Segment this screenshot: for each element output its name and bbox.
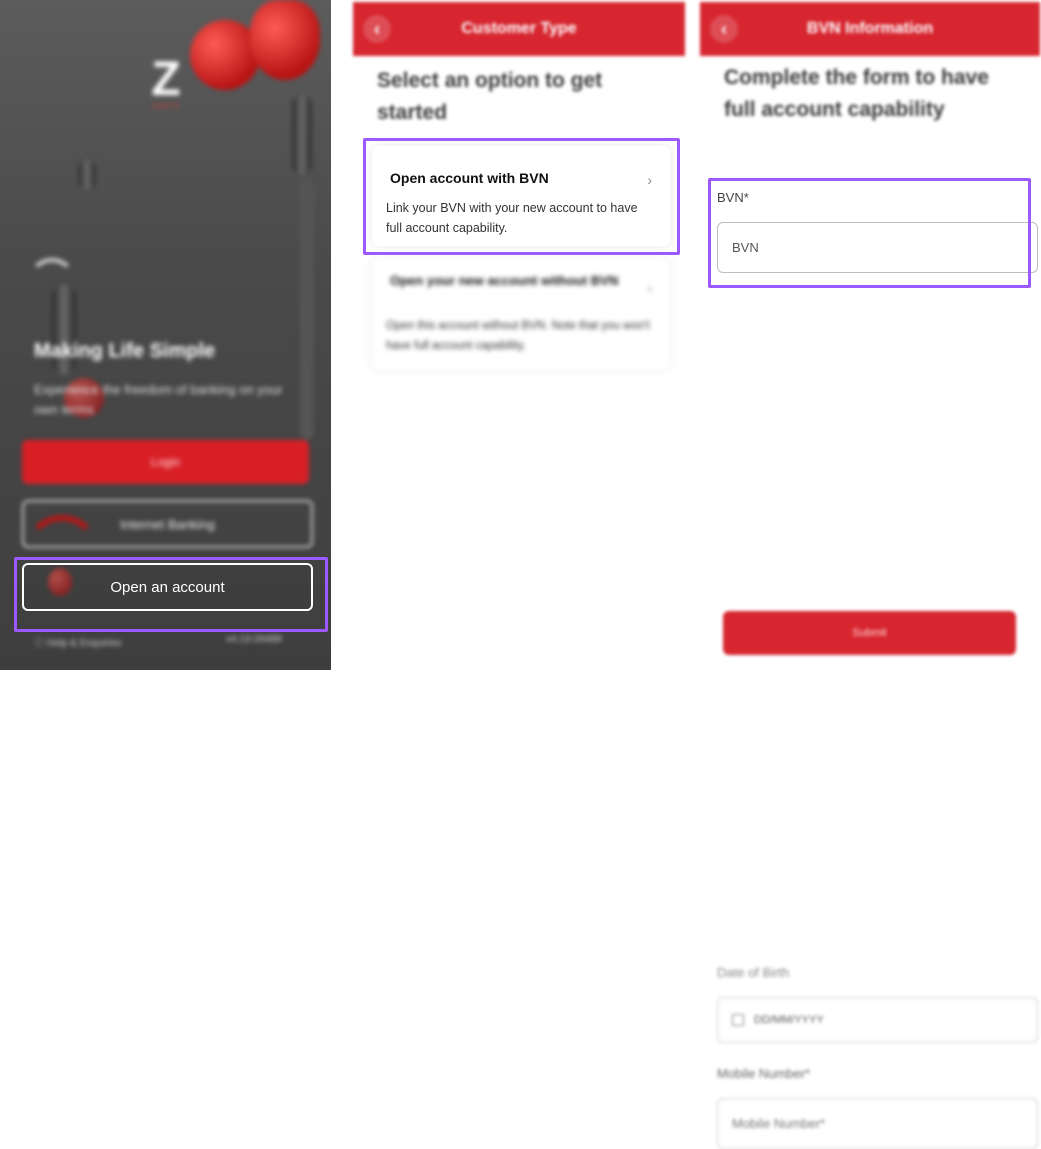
login-button[interactable]: Login: [22, 440, 309, 484]
dob-input[interactable]: DD/MM/YYYY: [717, 997, 1038, 1043]
welcome-subtitle: Experience the freedom of banking on you…: [34, 382, 283, 417]
highlight-box: [708, 178, 1031, 288]
welcome-title: Making Life Simple: [34, 340, 216, 362]
help-icon: ⓘ: [34, 638, 47, 649]
header-title: Customer Type: [461, 20, 577, 37]
submit-button[interactable]: Submit: [723, 611, 1016, 655]
dob-placeholder: DD/MM/YYYY: [754, 1014, 824, 1026]
option-without-bvn-card[interactable]: Open your new account without BVN › Open…: [372, 258, 670, 370]
chevron-right-icon: ›: [647, 280, 652, 296]
bvn-info-header: ‹ BVN Information: [700, 2, 1040, 56]
highlight-box: [363, 138, 680, 255]
help-label: Help & Enquiries: [46, 638, 122, 649]
zenith-logo-sub: ZENITH: [152, 104, 180, 110]
mobile-label: Mobile Number*: [717, 1066, 811, 1081]
page-heading: Complete the form to have full account c…: [724, 66, 989, 121]
back-chevron-icon[interactable]: ‹: [363, 15, 391, 43]
option-description: Open this account without BVN. Note that…: [386, 320, 650, 352]
decor-pill: [292, 95, 312, 175]
decor-balloon: [250, 0, 320, 80]
highlight-box: [14, 557, 328, 632]
app-version: v4.13-26488: [226, 634, 282, 645]
wifi-decor-icon: [28, 258, 76, 306]
dob-label: Date of Birth: [717, 965, 790, 980]
internet-banking-button[interactable]: Internet Banking: [22, 500, 313, 548]
decor-pill: [300, 180, 314, 440]
back-chevron-icon[interactable]: ‹: [710, 15, 738, 43]
header-title: BVN Information: [806, 20, 934, 37]
mobile-placeholder: Mobile Number*: [732, 1116, 826, 1131]
mobile-input[interactable]: Mobile Number*: [717, 1098, 1038, 1149]
decor-pill: [78, 160, 96, 190]
page-heading: Select an option to get started: [377, 69, 603, 124]
help-enquiries-link[interactable]: ⓘ Help & Enquiries: [34, 634, 121, 649]
calendar-icon: [732, 1014, 744, 1026]
customer-type-header: ‹ Customer Type: [353, 2, 685, 56]
zenith-logo: Z: [151, 53, 181, 106]
option-title: Open your new account without BVN: [390, 273, 619, 288]
